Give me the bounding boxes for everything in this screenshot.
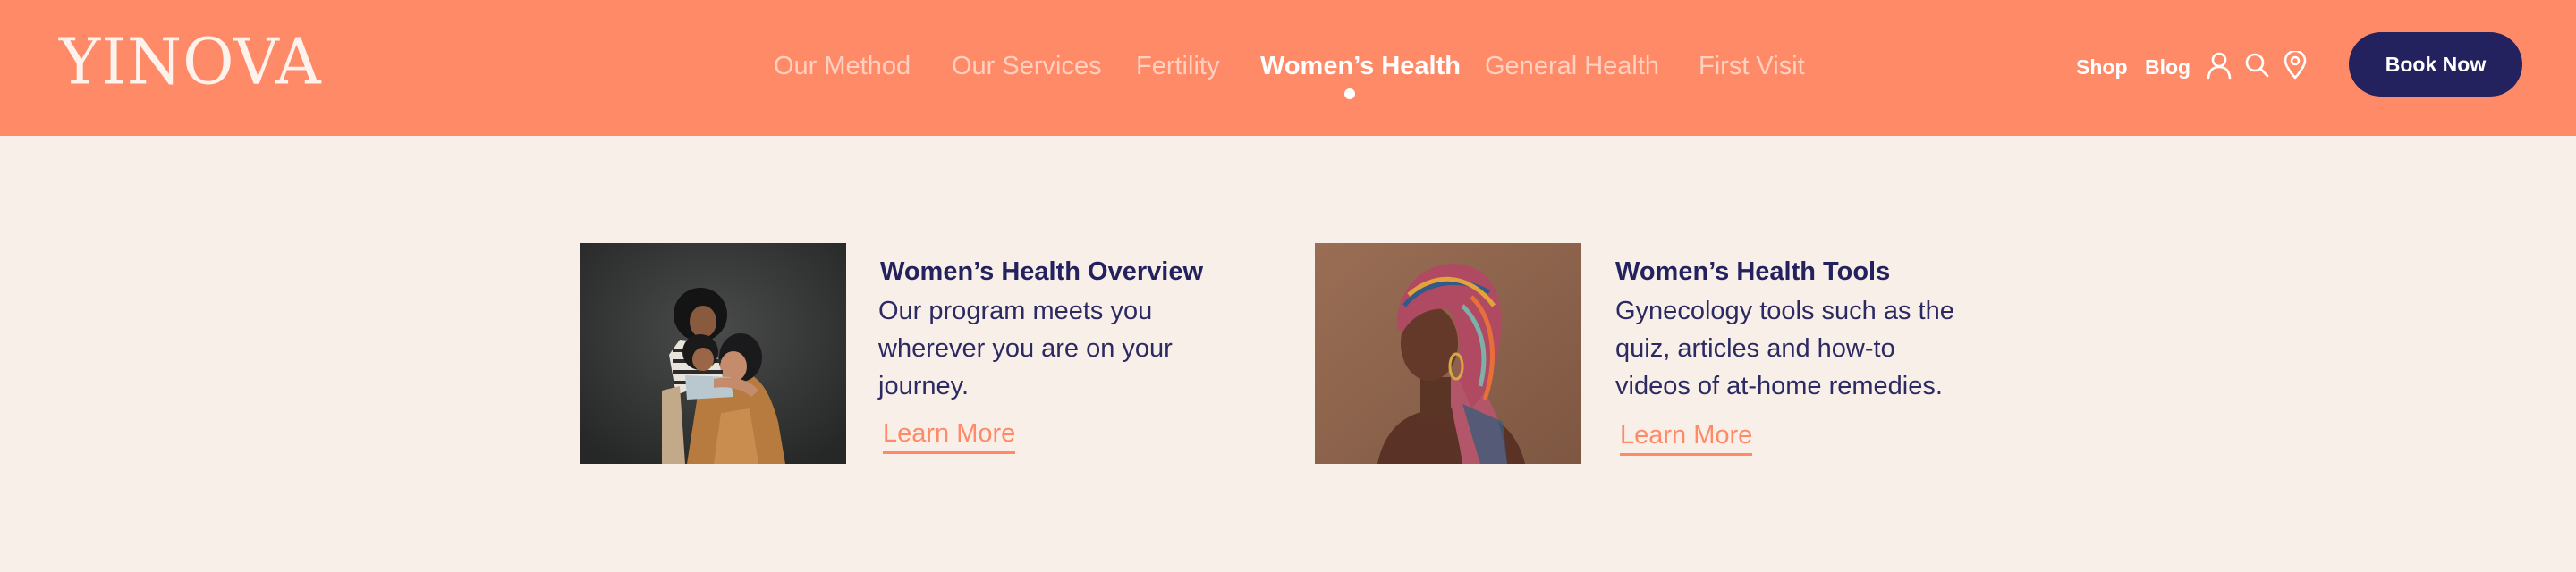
card-title-overview: Women’s Health Overview	[880, 257, 1204, 286]
site-header: YINOVA Our Method Our Services Fertility…	[0, 0, 2576, 136]
book-now-button[interactable]: Book Now	[2349, 32, 2522, 97]
nav-item-womens-health[interactable]: Women’s Health	[1260, 50, 1461, 82]
shop-link[interactable]: Shop	[2076, 55, 2128, 80]
card-title-tools: Women’s Health Tools	[1615, 257, 1891, 286]
nav-item-our-services[interactable]: Our Services	[952, 50, 1102, 82]
card-body-tools: Gynecology tools such as the quiz, artic…	[1615, 297, 1954, 400]
blog-link[interactable]: Blog	[2145, 55, 2190, 80]
woman-in-patterned-headwrap-photo	[1315, 243, 1581, 464]
mother-hugging-two-children-photo	[580, 243, 846, 464]
user-icon[interactable]	[2206, 51, 2233, 80]
nav-item-general-health[interactable]: General Health	[1485, 50, 1659, 82]
learn-more-link-overview[interactable]: Learn More	[883, 418, 1016, 454]
nav-item-our-method[interactable]: Our Method	[774, 50, 911, 82]
search-icon[interactable]	[2243, 51, 2270, 80]
nav-item-fertility[interactable]: Fertility	[1136, 50, 1219, 82]
card-body-overview: Our program meets you wherever you are o…	[878, 297, 1173, 400]
location-pin-icon[interactable]	[2282, 51, 2309, 80]
nav-item-first-visit[interactable]: First Visit	[1699, 50, 1805, 82]
learn-more-link-tools[interactable]: Learn More	[1620, 420, 1753, 456]
active-nav-indicator	[1344, 88, 1355, 99]
